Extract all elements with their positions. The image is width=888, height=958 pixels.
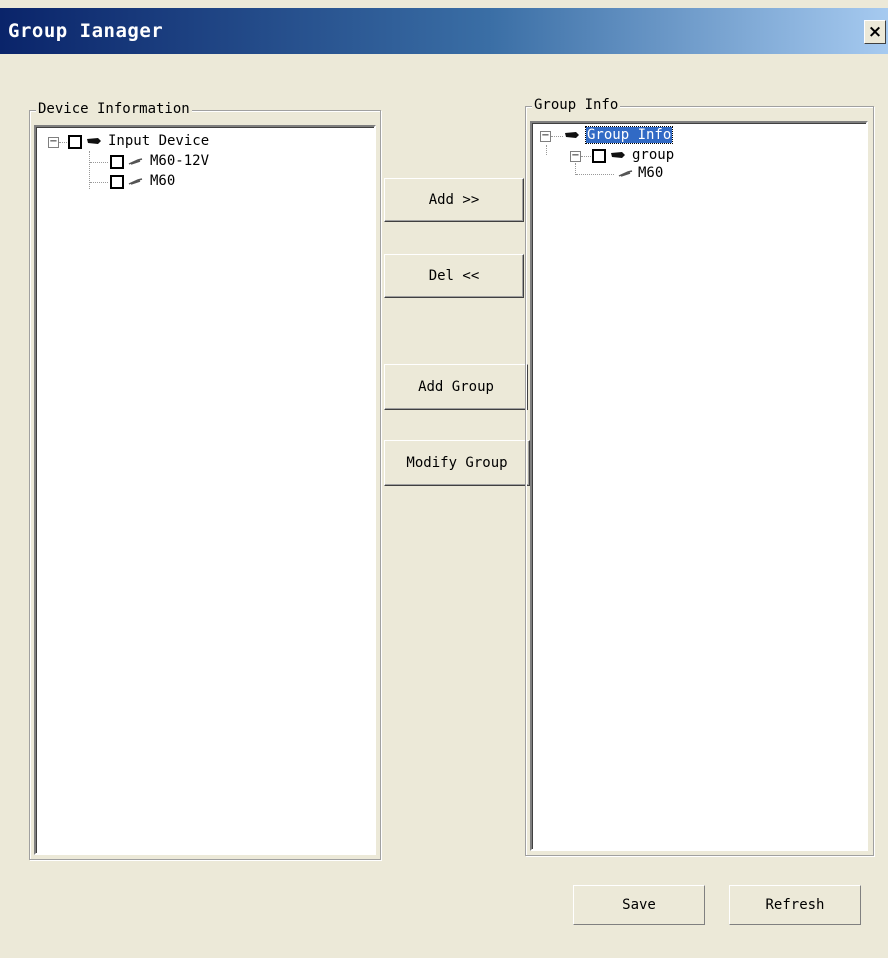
close-icon: × [867,22,883,42]
tree-node-label: M60-12V [150,153,210,169]
device-plug-icon [618,170,633,177]
folder-device-icon [611,152,625,158]
del-button[interactable]: Del << [384,254,524,298]
tree-node-label: M60 [638,165,664,181]
del-button-label: Del << [428,268,480,284]
checkbox[interactable] [110,155,124,169]
collapse-icon[interactable]: − [48,137,59,148]
group-info-legend: Group Info [532,97,621,113]
add-button[interactable]: Add >> [384,178,524,222]
folder-device-icon [87,138,101,144]
add-button-label: Add >> [428,192,480,208]
tree-node-group[interactable]: − group [532,147,858,167]
tree-node-label: Input Device [108,133,210,149]
add-group-label: Add Group [418,379,494,395]
save-button[interactable]: Save [573,885,705,925]
tree-node-label: group [632,147,675,163]
tree-node-group-info[interactable]: − Group Info [532,126,858,147]
device-plug-icon [128,158,143,165]
tree-node-label-selected: Group Info [584,126,674,144]
collapse-icon[interactable]: − [540,131,551,142]
tree-node-m60[interactable]: M60 [36,173,366,193]
checkbox[interactable] [592,149,606,163]
refresh-button-label: Refresh [765,897,825,913]
folder-device-icon [565,132,579,138]
refresh-button[interactable]: Refresh [729,885,861,925]
close-button[interactable]: × [864,20,886,44]
add-group-button[interactable]: Add Group [384,364,528,410]
tree-node-m60-grouped[interactable]: M60 [532,165,858,185]
tree-node-m60-12v[interactable]: M60-12V [36,153,366,173]
group-manager-window: Group Ianager × Device Information − Inp… [0,0,888,958]
device-information-group: Device Information − Input Device M60-12… [29,101,381,860]
modify-group-button[interactable]: Modify Group [384,440,530,486]
tree-node-input-device[interactable]: − Input Device [36,133,366,153]
collapse-icon[interactable]: − [570,151,581,162]
group-info-group: Group Info − Group Info − group M60 [525,97,874,856]
save-button-label: Save [622,897,656,913]
checkbox[interactable] [68,135,82,149]
device-plug-icon [128,178,143,185]
title-bar[interactable]: Group Ianager × [0,8,888,54]
window-title: Group Ianager [8,20,164,42]
device-information-legend: Device Information [36,101,192,117]
tree-node-label: M60 [150,173,176,189]
checkbox[interactable] [110,175,124,189]
device-tree[interactable]: − Input Device M60-12V M60 [34,125,376,855]
group-tree[interactable]: − Group Info − group M60 [530,121,868,851]
modify-group-label: Modify Group [406,455,508,471]
